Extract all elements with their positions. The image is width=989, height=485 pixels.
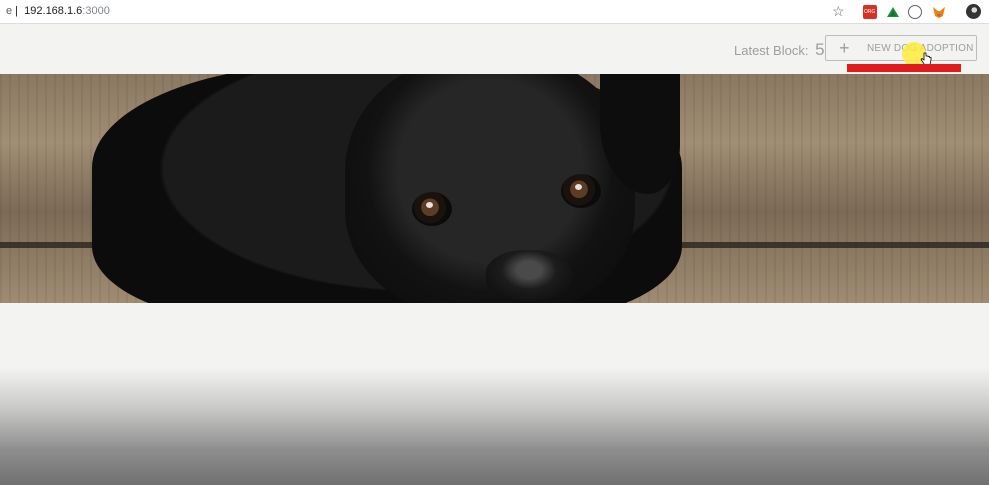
star-icon[interactable]: ☆ (832, 3, 845, 19)
url-port: :3000 (82, 5, 110, 17)
profile-avatar[interactable] (966, 4, 981, 19)
new-dog-adoption-button[interactable]: + NEW DOG ADOPTION (825, 35, 977, 61)
bottom-fade (0, 368, 989, 485)
dog-nose (486, 250, 572, 300)
annotation-underline (847, 64, 961, 72)
circle-extension-icon[interactable] (908, 5, 922, 19)
latest-block-value: 5 (815, 40, 825, 59)
latest-block-label: Latest Block: (734, 43, 809, 58)
latest-block-indicator: Latest Block: 5 (734, 40, 825, 60)
plus-icon: + (839, 38, 850, 58)
browser-toolbar: e | 192.168.1.6:3000 ☆ (0, 0, 989, 24)
url-scheme: e (6, 5, 13, 17)
org-extension-icon[interactable] (863, 5, 877, 19)
triangle-extension-icon[interactable] (886, 5, 900, 19)
dog-right-eye (561, 174, 601, 208)
url-host: 192.168.1.6 (24, 5, 83, 17)
address-bar[interactable]: e | 192.168.1.6:3000 (6, 5, 110, 17)
dog-left-eye (412, 192, 452, 226)
fox-extension-icon[interactable] (932, 5, 946, 19)
